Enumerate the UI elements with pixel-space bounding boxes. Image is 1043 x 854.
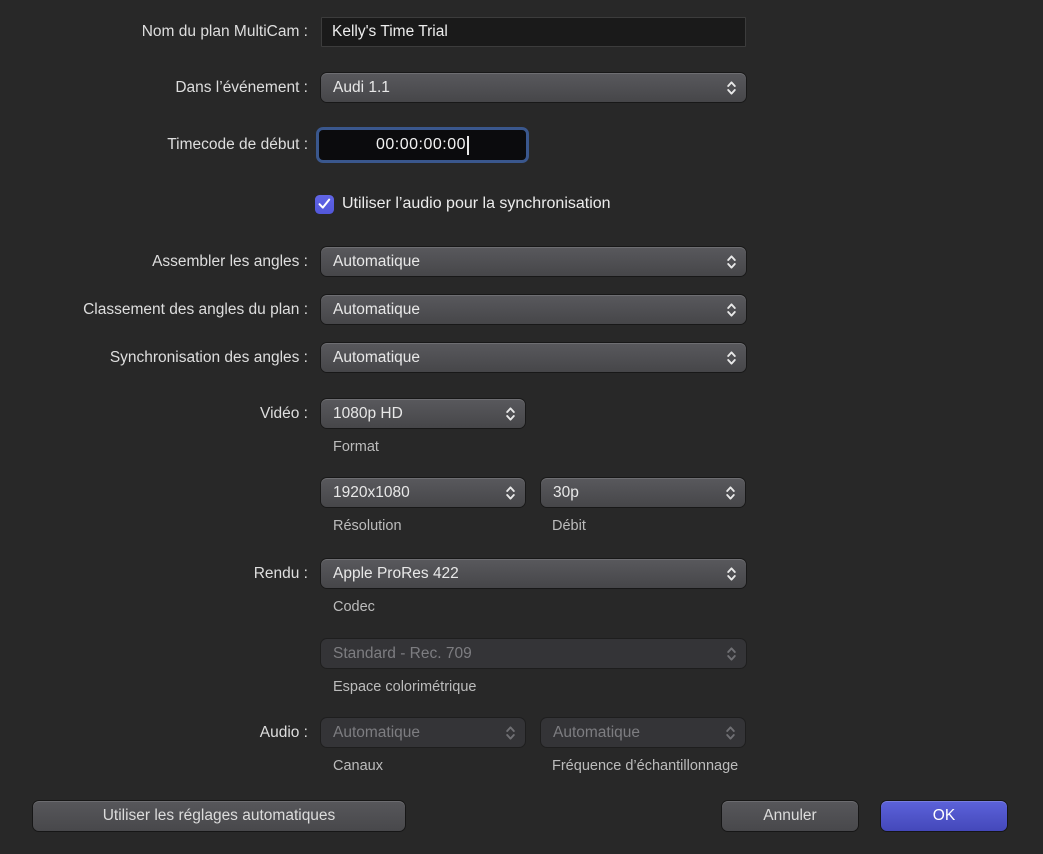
chevron-updown-icon	[726, 565, 737, 583]
video-resolution-dropdown[interactable]: 1920x1080	[321, 478, 525, 507]
ok-button[interactable]: OK	[881, 801, 1007, 831]
angle-sync-value: Automatique	[333, 349, 420, 367]
chevron-updown-icon	[505, 405, 516, 423]
timecode-value: 00:00:00:00	[376, 136, 466, 154]
ordering-dropdown[interactable]: Automatique	[321, 295, 746, 324]
ordering-value: Automatique	[333, 301, 420, 319]
render-colorspace-caption: Espace colorimétrique	[333, 679, 476, 695]
video-rate-caption: Débit	[552, 518, 586, 534]
chevron-updown-icon	[505, 484, 516, 502]
render-codec-caption: Codec	[333, 599, 375, 615]
ordering-label: Classement des angles du plan :	[0, 295, 308, 324]
render-colorspace-value: Standard - Rec. 709	[333, 645, 472, 663]
audio-channels-caption: Canaux	[333, 758, 383, 774]
ok-label: OK	[933, 807, 955, 825]
video-format-caption: Format	[333, 439, 379, 455]
render-codec-value: Apple ProRes 422	[333, 565, 459, 583]
audio-sync-label[interactable]: Utiliser l’audio pour la synchronisation	[342, 195, 611, 213]
audio-sync-row: Utiliser l’audio pour la synchronisation	[315, 194, 611, 214]
audio-channels-value: Automatique	[333, 724, 420, 742]
audio-sync-checkbox[interactable]	[315, 195, 334, 214]
use-automatic-settings-button[interactable]: Utiliser les réglages automatiques	[33, 801, 405, 831]
chevron-updown-icon	[505, 724, 516, 742]
angle-sync-label: Synchronisation des angles :	[0, 343, 308, 372]
chevron-updown-icon	[726, 79, 737, 97]
video-resolution-caption: Résolution	[333, 518, 402, 534]
multicam-name-input[interactable]: Kelly's Time Trial	[321, 17, 746, 47]
chevron-updown-icon	[726, 349, 737, 367]
video-rate-dropdown[interactable]: 30p	[541, 478, 745, 507]
video-label: Vidéo :	[0, 399, 308, 428]
video-resolution-value: 1920x1080	[333, 484, 410, 502]
text-cursor	[467, 136, 469, 155]
cancel-label: Annuler	[763, 807, 816, 825]
assemble-label: Assembler les angles :	[0, 247, 308, 276]
render-label: Rendu :	[0, 559, 308, 588]
audio-samplerate-caption: Fréquence d’échantillonnage	[552, 758, 738, 774]
use-automatic-settings-label: Utiliser les réglages automatiques	[103, 807, 336, 825]
chevron-updown-icon	[725, 484, 736, 502]
checkmark-icon	[318, 198, 331, 210]
assemble-dropdown[interactable]: Automatique	[321, 247, 746, 276]
chevron-updown-icon	[725, 724, 736, 742]
render-codec-dropdown[interactable]: Apple ProRes 422	[321, 559, 746, 588]
event-dropdown[interactable]: Audi 1.1	[321, 73, 746, 102]
chevron-updown-icon	[726, 645, 737, 663]
audio-samplerate-value: Automatique	[553, 724, 640, 742]
audio-channels-dropdown: Automatique	[321, 718, 525, 747]
chevron-updown-icon	[726, 253, 737, 271]
event-value: Audi 1.1	[333, 79, 390, 97]
chevron-updown-icon	[726, 301, 737, 319]
event-label: Dans l’événement :	[0, 73, 308, 102]
cancel-button[interactable]: Annuler	[722, 801, 858, 831]
timecode-input[interactable]: 00:00:00:00	[316, 127, 529, 163]
angle-sync-dropdown[interactable]: Automatique	[321, 343, 746, 372]
video-format-dropdown[interactable]: 1080p HD	[321, 399, 525, 428]
video-format-value: 1080p HD	[333, 405, 403, 423]
multicam-name-label: Nom du plan MultiCam :	[0, 17, 308, 47]
multicam-settings-dialog: Nom du plan MultiCam : Kelly's Time Tria…	[0, 0, 1043, 854]
assemble-value: Automatique	[333, 253, 420, 271]
audio-samplerate-dropdown: Automatique	[541, 718, 745, 747]
audio-label: Audio :	[0, 718, 308, 747]
multicam-name-value: Kelly's Time Trial	[332, 23, 448, 41]
timecode-label: Timecode de début :	[0, 127, 308, 163]
video-rate-value: 30p	[553, 484, 579, 502]
render-colorspace-dropdown: Standard - Rec. 709	[321, 639, 746, 668]
